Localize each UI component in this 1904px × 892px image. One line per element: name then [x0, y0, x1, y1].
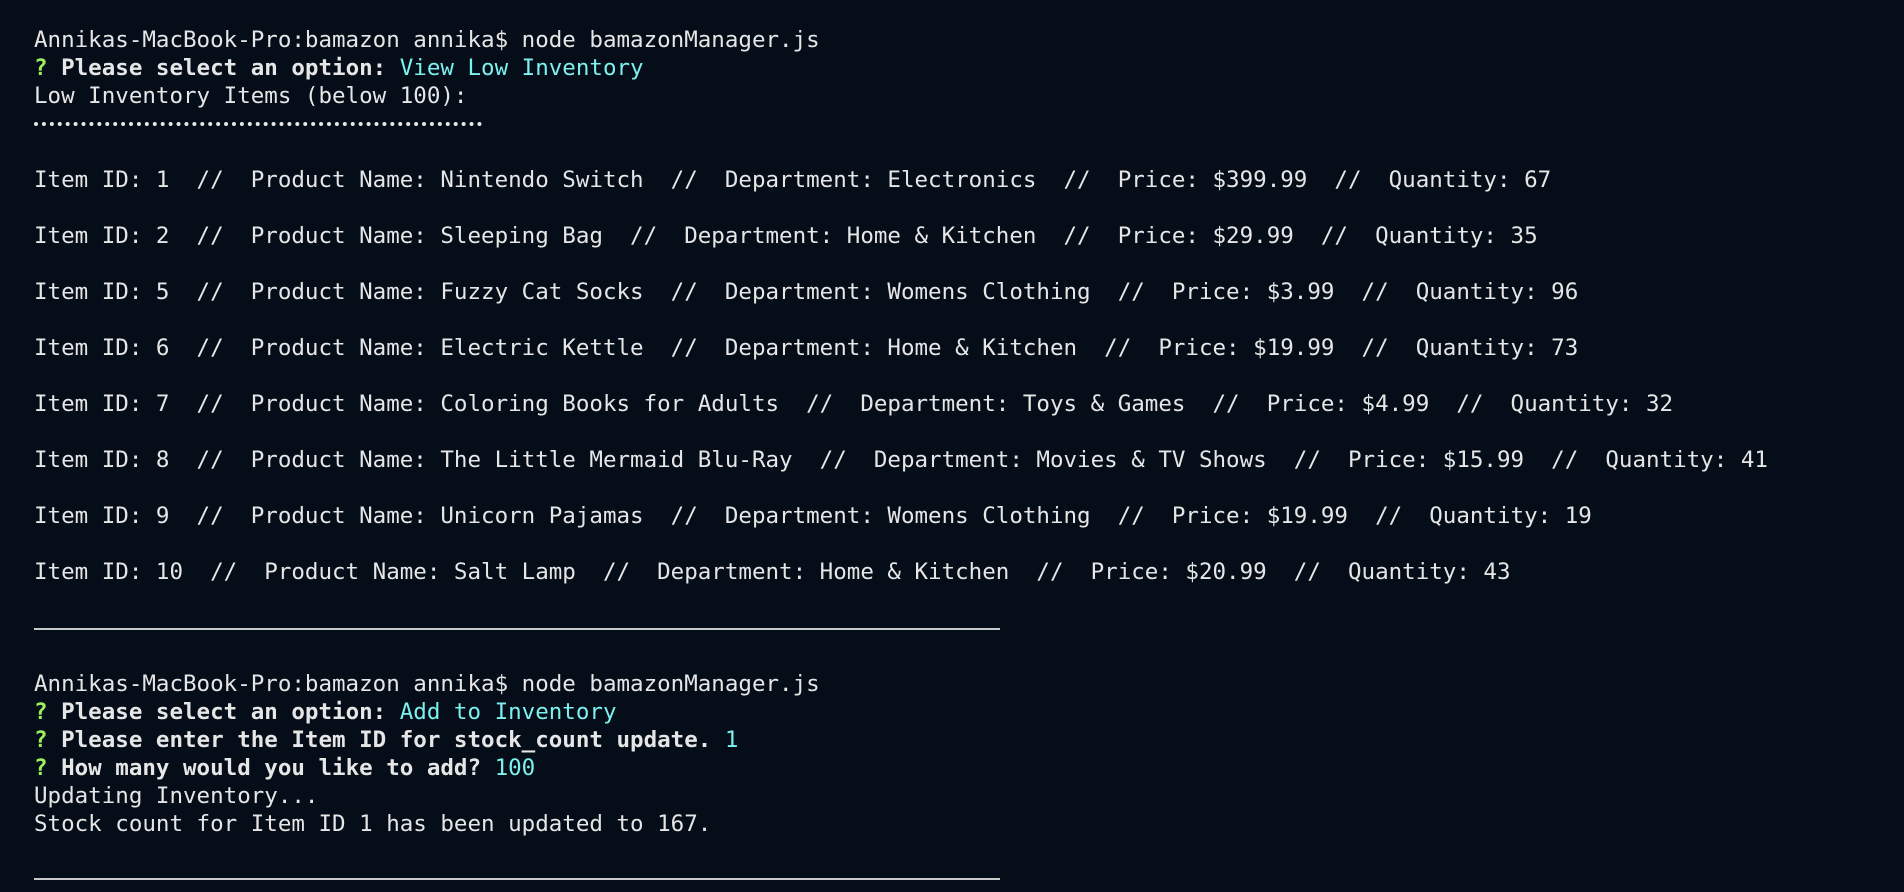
item-row: Item ID: 1 // Product Name: Nintendo Swi… [34, 167, 1552, 193]
quantity-answer: 100 [494, 755, 536, 781]
option-question: Please select an option: [61, 55, 387, 81]
item-row: Item ID: 10 // Product Name: Salt Lamp /… [34, 559, 1511, 585]
item-row: Item ID: 9 // Product Name: Unicorn Paja… [34, 503, 1592, 529]
option-prompt-line: ? Please select an option: Add to Invent… [34, 698, 617, 726]
question-mark: ? [34, 727, 48, 753]
dotted-divider [34, 122, 482, 126]
question-mark: ? [34, 55, 48, 81]
item-id-answer: 1 [724, 727, 739, 753]
option-prompt-line: ? Please select an option: View Low Inve… [34, 54, 644, 82]
question-mark: ? [34, 755, 48, 781]
item-id-question: Please enter the Item ID for stock_count… [61, 727, 712, 753]
item-id-prompt-line: ? Please enter the Item ID for stock_cou… [34, 726, 738, 754]
terminal-window[interactable]: Annikas-MacBook-Pro:bamazon annika$ node… [0, 0, 1904, 892]
shell-prompt-line: Annikas-MacBook-Pro:bamazon annika$ node… [34, 27, 820, 53]
item-row: Item ID: 6 // Product Name: Electric Ket… [34, 335, 1579, 361]
separator-line [34, 878, 1000, 880]
quantity-question: How many would you like to add? [61, 755, 482, 781]
option-answer: View Low Inventory [399, 55, 644, 81]
item-row: Item ID: 2 // Product Name: Sleeping Bag… [34, 223, 1538, 249]
question-mark: ? [34, 699, 48, 725]
shell-prompt-line: Annikas-MacBook-Pro:bamazon annika$ node… [34, 671, 820, 697]
option-question: Please select an option: [61, 699, 387, 725]
low-inventory-heading: Low Inventory Items (below 100): [34, 83, 468, 109]
status-updated: Stock count for Item ID 1 has been updat… [34, 811, 712, 837]
option-answer: Add to Inventory [399, 699, 617, 725]
status-updating: Updating Inventory... [34, 783, 319, 809]
item-row: Item ID: 7 // Product Name: Coloring Boo… [34, 391, 1674, 417]
quantity-prompt-line: ? How many would you like to add? 100 [34, 754, 535, 782]
item-row: Item ID: 5 // Product Name: Fuzzy Cat So… [34, 279, 1579, 305]
separator-line [34, 628, 1000, 630]
item-row: Item ID: 8 // Product Name: The Little M… [34, 447, 1768, 473]
